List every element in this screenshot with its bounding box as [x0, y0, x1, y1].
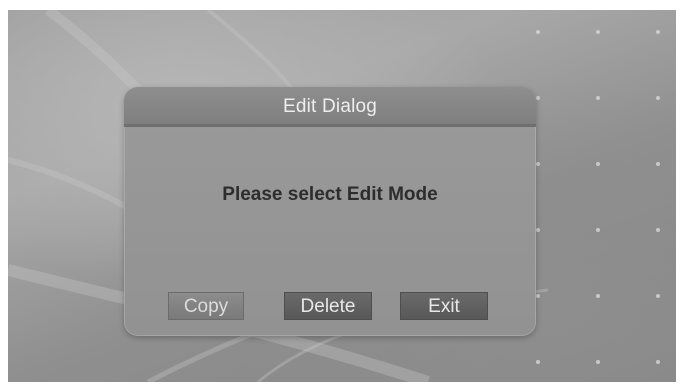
copy-button[interactable]: Copy — [168, 292, 244, 320]
dialog-header: Edit Dialog — [124, 87, 536, 127]
exit-button[interactable]: Exit — [400, 292, 488, 320]
dialog-message: Please select Edit Mode — [222, 184, 438, 205]
delete-button[interactable]: Delete — [284, 292, 372, 320]
dialog-title: Edit Dialog — [282, 96, 378, 117]
osd-screen: Edit Dialog Please select Edit Mode Copy… — [8, 10, 676, 382]
edit-dialog: Edit Dialog Please select Edit Mode Copy… — [124, 87, 536, 336]
